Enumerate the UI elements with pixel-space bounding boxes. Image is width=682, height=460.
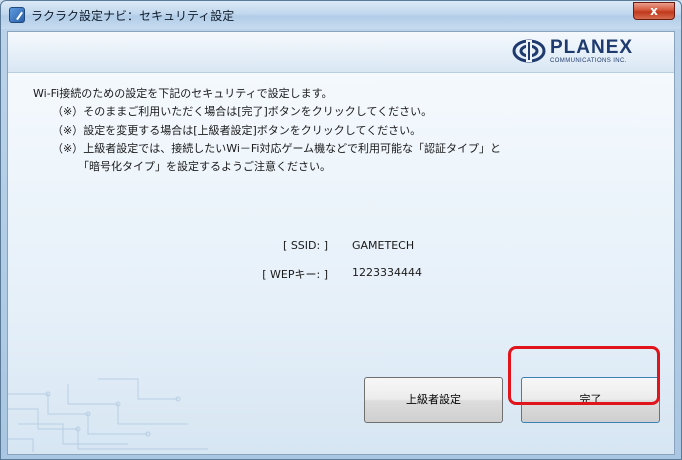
instruction-line-3: （※）設定を変更する場合は[上級者設定]ボタンをクリックしてください。 [52, 124, 422, 137]
header-banner: PLANEX COMMUNICATIONS INC. [8, 32, 674, 73]
done-button[interactable]: 完了 [521, 377, 660, 423]
circuit-board-decoration [8, 378, 208, 452]
wep-key-label: [ WEPキー: ] [262, 268, 328, 281]
instruction-line-4: （※）上級者設定では、接続したいWi－Fi対応ゲーム機などで利用可能な「認証タイ… [52, 142, 501, 155]
planex-logo-icon [512, 39, 546, 63]
advanced-settings-button[interactable]: 上級者設定 [364, 377, 503, 423]
window-title: ラクラク設定ナビ：セキュリティ設定 [31, 9, 235, 23]
planex-logo: PLANEX COMMUNICATIONS INC. [512, 36, 662, 68]
instruction-line-5: 「暗号化タイプ」を設定するようご注意ください。 [78, 160, 331, 173]
dialog-window: ラクラク設定ナビ：セキュリティ設定 x PLANEX COMMUNICATION… [0, 0, 682, 460]
app-icon [9, 7, 25, 23]
brand-subtitle: COMMUNICATIONS INC. [550, 58, 627, 64]
ssid-label: [ SSID: ] [283, 239, 328, 252]
title-bar[interactable]: ラクラク設定ナビ：セキュリティ設定 x [1, 1, 681, 29]
dialog-content: PLANEX COMMUNICATIONS INC. Wi-Fi接続のための設定… [7, 31, 675, 455]
instruction-line-2: （※）そのままご利用いただく場合は[完了]ボタンをクリックしてください。 [52, 105, 433, 118]
brand-name: PLANEX [550, 37, 634, 58]
close-button[interactable]: x [633, 2, 675, 20]
instruction-line-1: Wi-Fi接続のための設定を下記のセキュリティで設定します。 [33, 87, 333, 100]
ssid-value: GAMETECH [352, 239, 415, 252]
wep-key-value: 1223334444 [352, 266, 422, 279]
